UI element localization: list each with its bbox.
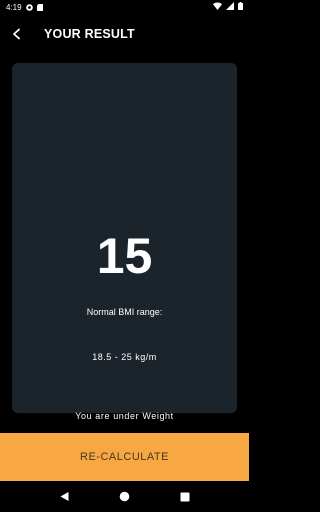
result-card: 15 Normal BMI range: 18.5 - 25 kg/m You … (12, 63, 237, 421)
back-triangle-icon[interactable] (54, 487, 74, 507)
cell-signal-icon (226, 2, 234, 12)
pocket-casts-icon (25, 3, 33, 11)
home-circle-icon[interactable] (114, 487, 134, 507)
battery-icon (238, 2, 243, 12)
chevron-left-icon[interactable] (4, 21, 30, 47)
page-title: YOUR RESULT (44, 27, 135, 41)
status-right (213, 2, 243, 12)
status-time: 4:19 (6, 2, 22, 12)
recalculate-button[interactable]: RE-CALCULATE (0, 433, 249, 481)
app-bar: YOUR RESULT (0, 20, 249, 48)
wifi-icon (213, 2, 222, 12)
bmi-status-text: You are under Weight (75, 411, 174, 421)
system-nav-bar (0, 481, 249, 512)
bmi-range-value: 18.5 - 25 kg/m (92, 352, 157, 362)
status-left: 4:19 (6, 3, 44, 12)
bmi-value: 15 (96, 228, 153, 284)
recents-square-icon[interactable] (175, 487, 195, 507)
status-bar: 4:19 (0, 0, 249, 14)
bmi-range-title: Normal BMI range: (86, 307, 163, 317)
sd-card-icon (36, 3, 44, 11)
